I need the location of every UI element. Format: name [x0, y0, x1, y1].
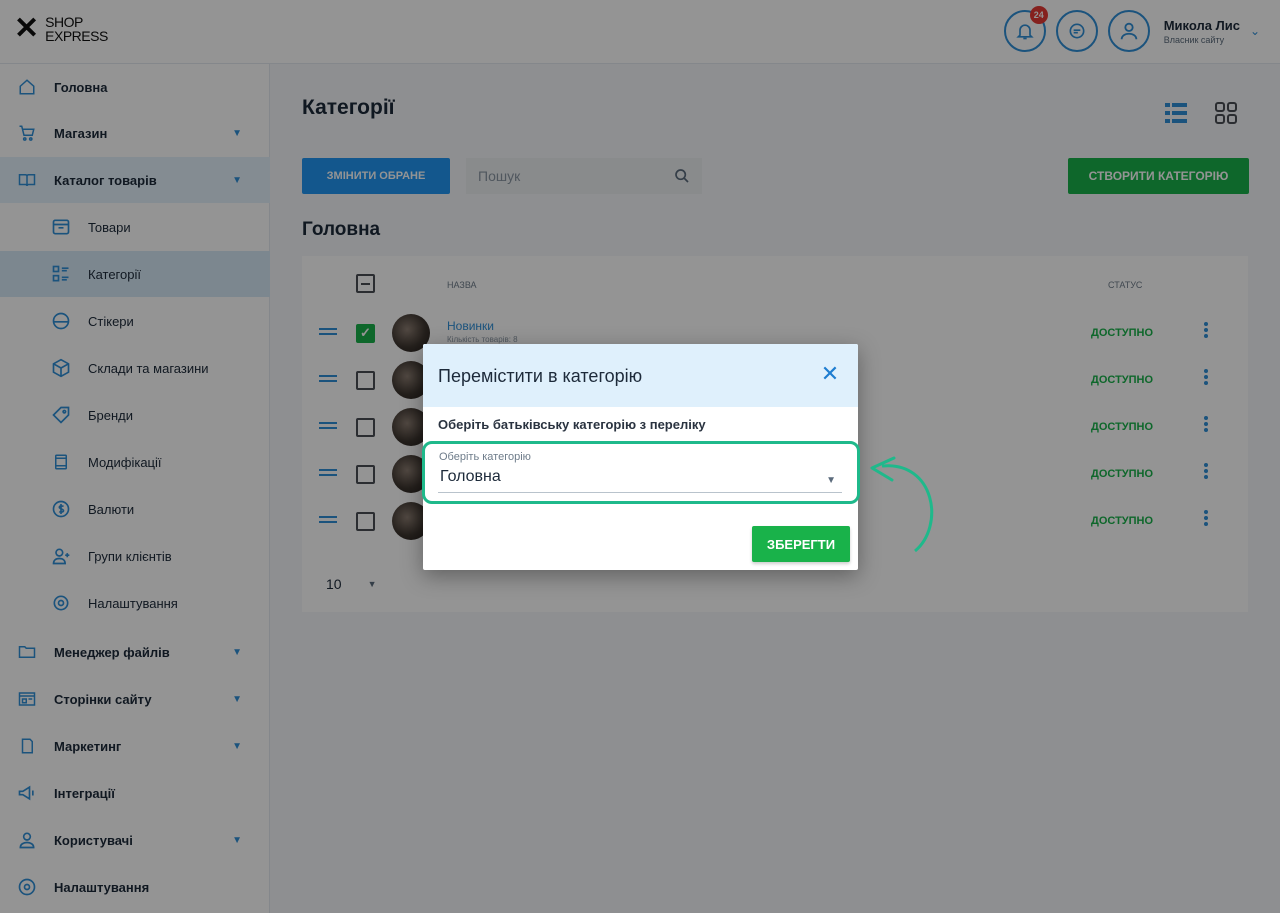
dialog-instruction: Оберіть батьківську категорію з переліку	[438, 417, 706, 432]
dialog-header: Перемістити в категорію ✕	[423, 344, 858, 407]
highlight-frame	[422, 441, 860, 504]
save-button[interactable]: Зберегти	[752, 526, 850, 562]
dialog-title: Перемістити в категорію	[438, 366, 643, 386]
close-icon[interactable]: ✕	[820, 363, 840, 385]
curved-arrow-icon	[870, 456, 934, 553]
